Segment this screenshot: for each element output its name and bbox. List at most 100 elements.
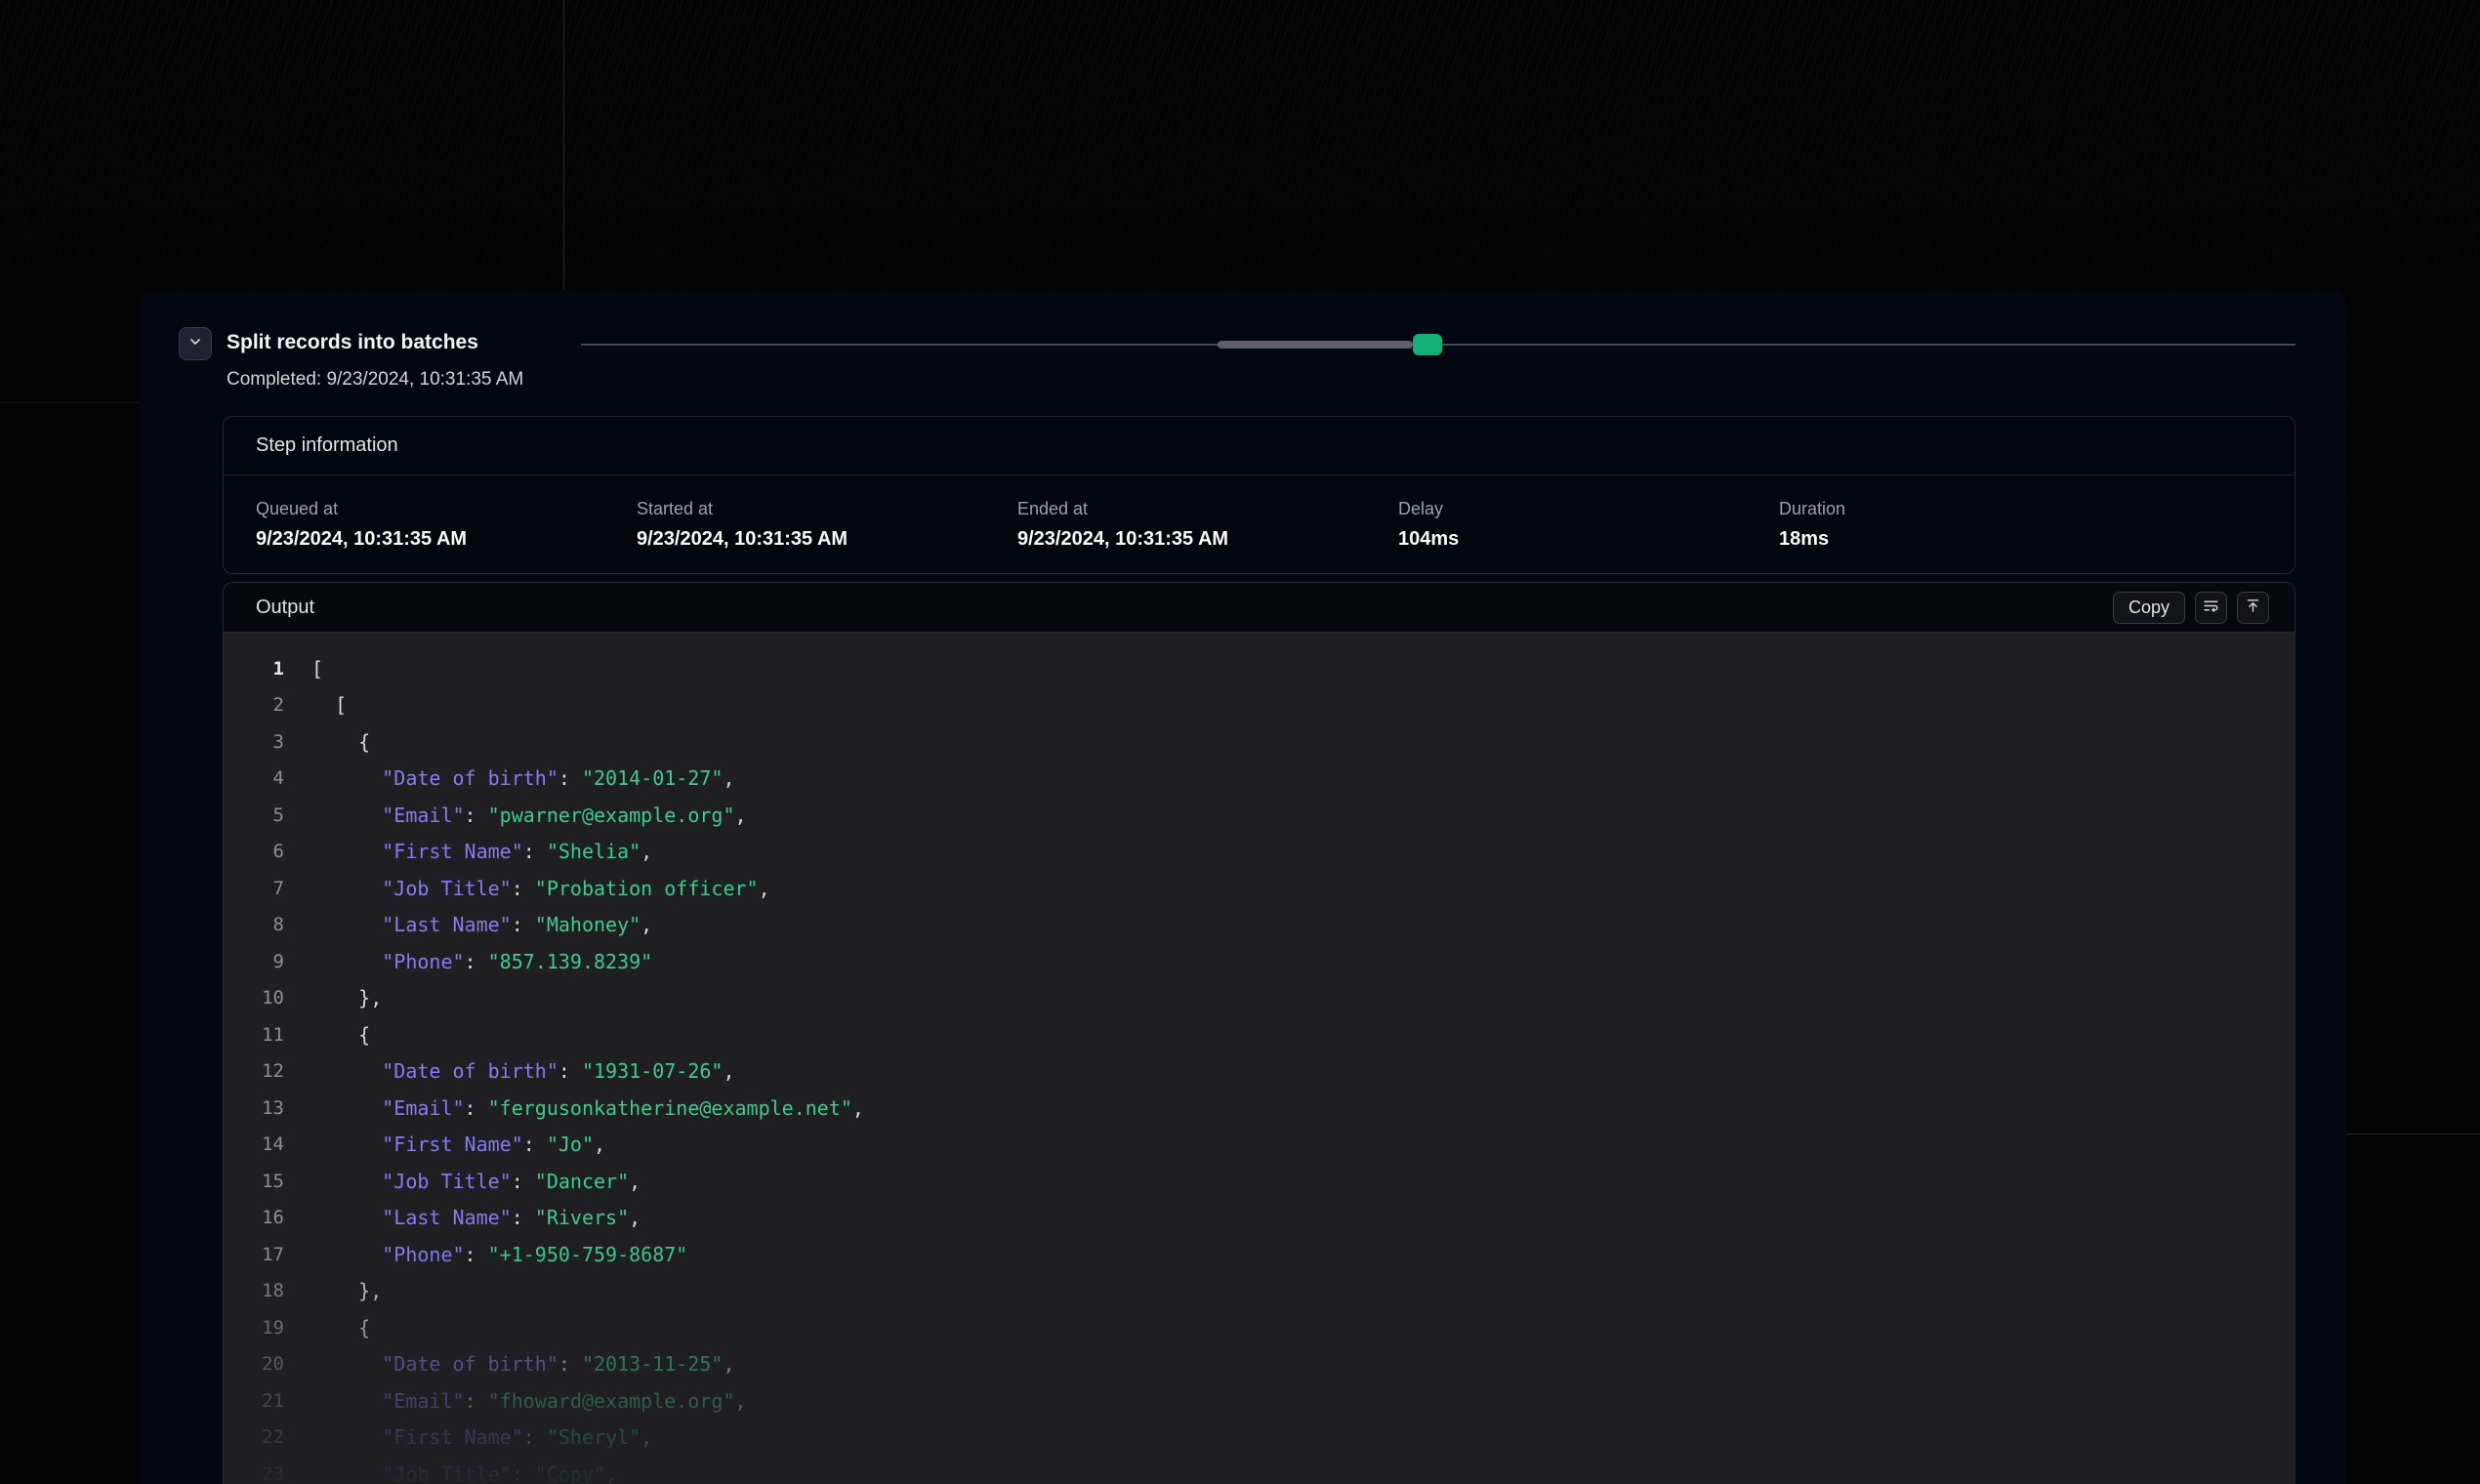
- line-number: 2: [224, 694, 284, 716]
- code-line: 23 "Job Title": "Copy",: [224, 1456, 2294, 1484]
- line-content: "Phone": "857.139.8239": [284, 950, 652, 973]
- background-guide-line: [0, 402, 140, 403]
- line-number: 18: [224, 1280, 284, 1301]
- timeline-step-handle[interactable]: [1413, 334, 1442, 355]
- step-information-header: Step information: [224, 417, 2294, 475]
- step-detail-panel: Split records into batches Completed: 9/…: [140, 290, 2346, 1484]
- background-guide-line: [563, 0, 564, 290]
- meta-field-label: Started at: [637, 499, 1017, 519]
- timeline-elapsed-segment[interactable]: [1218, 341, 1413, 349]
- code-lines: 1[2 [3 {4 "Date of birth": "2014-01-27",…: [224, 650, 2294, 1484]
- line-content: {: [284, 730, 370, 754]
- line-content: {: [284, 1023, 370, 1047]
- output-actions: Copy: [2113, 592, 2269, 624]
- meta-field-label: Duration: [1779, 499, 2262, 519]
- output-title: Output: [256, 597, 314, 619]
- line-content: "Job Title": "Dancer",: [284, 1170, 641, 1193]
- line-number: 6: [224, 841, 284, 862]
- line-content: "Email": "pwarner@example.org",: [284, 804, 747, 827]
- step-information-card: Step information Queued at9/23/2024, 10:…: [223, 416, 2295, 574]
- line-content: "Phone": "+1-950-759-8687": [284, 1243, 687, 1266]
- code-line: 12 "Date of birth": "1931-07-26",: [224, 1053, 2294, 1091]
- line-content: "Job Title": "Probation officer",: [284, 877, 770, 900]
- line-number: 14: [224, 1134, 284, 1155]
- code-line: 5 "Email": "pwarner@example.org",: [224, 797, 2294, 834]
- line-number: 3: [224, 731, 284, 753]
- line-content: "Date of birth": "1931-07-26",: [284, 1059, 735, 1083]
- step-information-title: Step information: [256, 434, 398, 457]
- line-number: 15: [224, 1171, 284, 1192]
- code-line: 8 "Last Name": "Mahoney",: [224, 907, 2294, 944]
- line-number: 13: [224, 1097, 284, 1119]
- line-content: [: [284, 693, 347, 717]
- meta-field-value: 18ms: [1779, 528, 2262, 551]
- line-number: 10: [224, 987, 284, 1009]
- code-line: 21 "Email": "fhoward@example.org",: [224, 1382, 2294, 1420]
- line-number: 12: [224, 1060, 284, 1082]
- meta-field: Queued at 9/23/2024, 10:31:35 AM: [256, 499, 637, 551]
- meta-field-label: Delay: [1398, 499, 1779, 519]
- wrap-text-button[interactable]: [2195, 592, 2227, 624]
- code-line: 16 "Last Name": "Rivers",: [224, 1200, 2294, 1237]
- line-content: },: [284, 986, 382, 1010]
- copy-output-button[interactable]: Copy: [2113, 592, 2185, 624]
- code-line: 15 "Job Title": "Dancer",: [224, 1163, 2294, 1200]
- line-number: 11: [224, 1024, 284, 1046]
- line-number: 1: [224, 658, 284, 680]
- line-content: "Email": "fergusonkatherine@example.net"…: [284, 1096, 864, 1120]
- line-number: 16: [224, 1207, 284, 1228]
- meta-field: Ended at9/23/2024, 10:31:35 AM: [1017, 499, 1398, 551]
- scroll-to-top-button[interactable]: [2237, 592, 2269, 624]
- line-number: 22: [224, 1426, 284, 1448]
- meta-field-value: 9/23/2024, 10:31:35 AM: [256, 528, 637, 551]
- line-number: 19: [224, 1317, 284, 1339]
- line-number: 21: [224, 1390, 284, 1412]
- line-number: 5: [224, 804, 284, 826]
- code-line: 17 "Phone": "+1-950-759-8687": [224, 1236, 2294, 1273]
- meta-field-label: Queued at: [256, 499, 637, 519]
- line-content: {: [284, 1316, 370, 1340]
- line-number: 4: [224, 767, 284, 789]
- output-header: Output Copy: [224, 583, 2294, 633]
- step-title: Split records into batches: [227, 331, 478, 354]
- chevron-down-icon: [187, 334, 203, 354]
- run-timeline-scrubber[interactable]: [581, 333, 2295, 356]
- code-line: 20 "Date of birth": "2013-11-25",: [224, 1346, 2294, 1383]
- output-card: Output Copy 1[2 [3 {4 "Date of birth": "…: [223, 582, 2295, 1484]
- line-content: "First Name": "Shelia",: [284, 840, 652, 863]
- line-content: "Date of birth": "2014-01-27",: [284, 766, 735, 790]
- step-completed-timestamp: Completed: 9/23/2024, 10:31:35 AM: [227, 369, 523, 391]
- code-line: 2 [: [224, 687, 2294, 724]
- code-line: 7 "Job Title": "Probation officer",: [224, 870, 2294, 907]
- code-line: 4 "Date of birth": "2014-01-27",: [224, 761, 2294, 798]
- code-line: 13 "Email": "fergusonkatherine@example.n…: [224, 1090, 2294, 1127]
- collapse-step-button[interactable]: [179, 327, 212, 360]
- line-number: 9: [224, 951, 284, 972]
- code-line: 22 "First Name": "Sheryl",: [224, 1420, 2294, 1457]
- code-line: 3 {: [224, 723, 2294, 761]
- code-line: 11 {: [224, 1016, 2294, 1053]
- line-number: 20: [224, 1353, 284, 1375]
- line-number: 8: [224, 914, 284, 935]
- line-number: 7: [224, 878, 284, 899]
- wrap-text-icon: [2203, 598, 2219, 617]
- meta-field-value: 104ms: [1398, 528, 1779, 551]
- output-code-viewport[interactable]: 1[2 [3 {4 "Date of birth": "2014-01-27",…: [224, 633, 2294, 1484]
- line-content: "First Name": "Sheryl",: [284, 1425, 652, 1449]
- line-content: "Last Name": "Rivers",: [284, 1206, 641, 1229]
- meta-field: Delay 104ms: [1398, 499, 1779, 551]
- line-content: },: [284, 1279, 382, 1302]
- code-line: 10 },: [224, 980, 2294, 1017]
- code-line: 9 "Phone": "857.139.8239": [224, 943, 2294, 980]
- line-content: [: [284, 657, 323, 680]
- meta-field-value: 9/23/2024, 10:31:35 AM: [637, 528, 1017, 551]
- meta-field: Duration 18ms: [1779, 499, 2262, 551]
- step-meta-row: Queued at9/23/2024, 10:31:35 AMStarted a…: [224, 475, 2294, 573]
- line-number: 17: [224, 1244, 284, 1265]
- code-line: 1[: [224, 650, 2294, 687]
- line-content: "Job Title": "Copy",: [284, 1463, 617, 1484]
- scroll-to-top-icon: [2245, 598, 2261, 617]
- code-line: 6 "First Name": "Shelia",: [224, 834, 2294, 871]
- meta-field: Started at 9/23/2024, 10:31:35 AM: [637, 499, 1017, 551]
- line-content: "Date of birth": "2013-11-25",: [284, 1352, 735, 1376]
